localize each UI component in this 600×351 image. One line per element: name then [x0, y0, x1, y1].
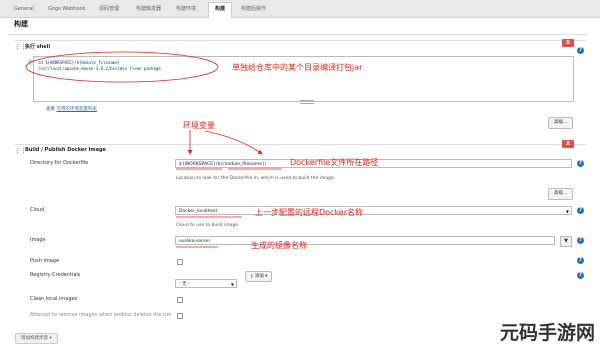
highlight-ellipse	[25, 51, 219, 83]
annotation-arrow	[204, 130, 263, 155]
watermark-logo: 元码手游网	[500, 322, 596, 344]
annotation-markup	[25, 51, 282, 248]
